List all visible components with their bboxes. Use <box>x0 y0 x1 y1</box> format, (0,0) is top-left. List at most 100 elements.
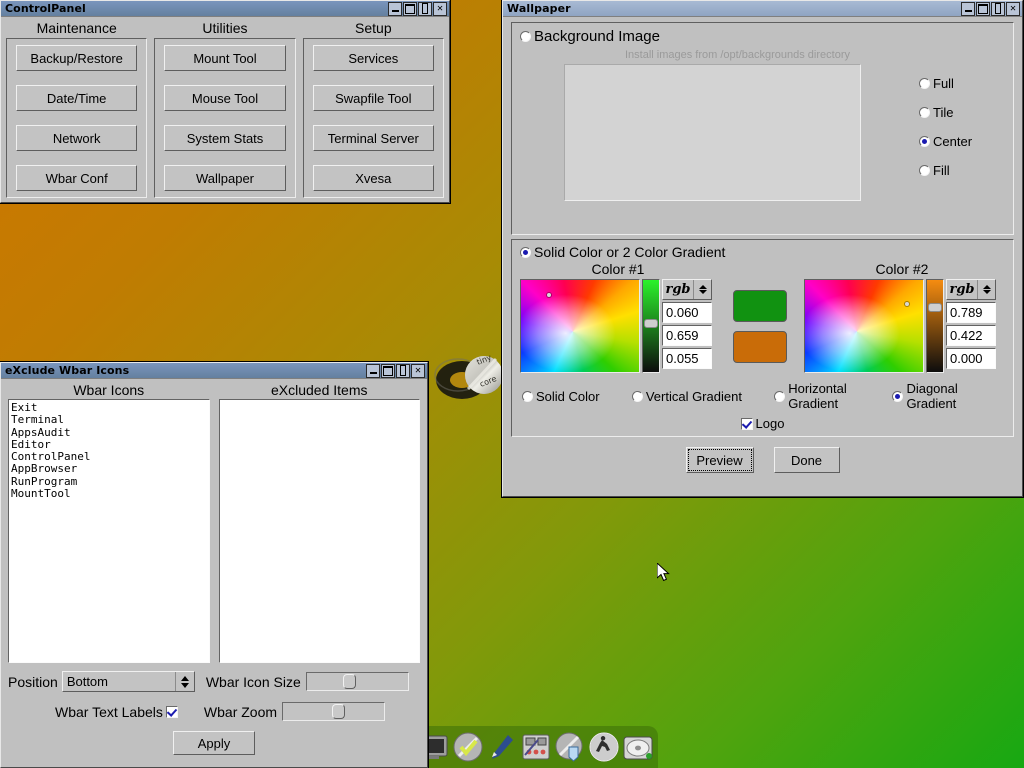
backup-restore-button[interactable]: Backup/Restore <box>16 45 138 71</box>
chevron-updown-icon[interactable] <box>174 672 194 691</box>
wallpaper-window[interactable]: Wallpaper ✕ Background Image Install ima… <box>502 0 1023 497</box>
maximize-button[interactable] <box>403 1 417 16</box>
color1-mode-button[interactable]: rgb <box>662 279 712 300</box>
control-panel-titlebar[interactable]: ControlPanel ✕ <box>1 1 449 17</box>
style-radio-vertical-gradient[interactable] <box>631 390 643 402</box>
color1-r-field[interactable]: 0.060 <box>662 302 712 323</box>
system-stats-button[interactable]: System Stats <box>164 125 286 151</box>
color2-g-field[interactable]: 0.422 <box>946 325 996 346</box>
wbar-dock[interactable] <box>414 726 658 768</box>
control-panel-window[interactable]: ControlPanel ✕ Maintenance Backup/Restor… <box>0 0 450 203</box>
wbar-conf-button[interactable]: Wbar Conf <box>16 165 138 191</box>
wallpaper-actions: Preview Done <box>511 447 1014 473</box>
color2-value-thumb[interactable] <box>928 303 942 312</box>
color1-mode-spinner[interactable] <box>693 280 711 299</box>
xvesa-button[interactable]: Xvesa <box>312 165 434 191</box>
services-button[interactable]: Services <box>312 45 434 71</box>
zoom-slider-thumb[interactable] <box>331 704 345 719</box>
close-button[interactable]: ✕ <box>433 1 447 16</box>
color2-mode-spinner[interactable] <box>977 280 995 299</box>
mode-radio-fill[interactable] <box>919 165 930 176</box>
zoom-slider[interactable] <box>282 702 386 721</box>
icon-size-slider[interactable] <box>305 672 409 691</box>
network-button[interactable]: Network <box>16 125 138 151</box>
color2-swatch[interactable] <box>733 330 787 363</box>
mode-option-full[interactable]: Full <box>919 76 972 91</box>
wallpaper-titlebar[interactable]: Wallpaper ✕ <box>503 1 1022 17</box>
color1-swatch[interactable] <box>733 289 787 322</box>
apply-button[interactable]: Apply <box>173 731 255 755</box>
style-option-diagonal-gradient[interactable]: Diagonal Gradient <box>892 381 1003 411</box>
solid-gradient-radio-row[interactable]: Solid Color or 2 Color Gradient <box>520 244 1005 260</box>
wallpaper-button[interactable]: Wallpaper <box>164 165 286 191</box>
swapfile-tool-button[interactable]: Swapfile Tool <box>312 85 434 111</box>
color2-value-bar[interactable] <box>926 279 944 373</box>
shade-button[interactable] <box>396 363 410 378</box>
window-buttons[interactable]: ✕ <box>388 1 447 16</box>
color1-value-bar[interactable] <box>642 279 660 373</box>
list-item[interactable]: Terminal <box>11 413 209 426</box>
shade-button[interactable] <box>418 1 432 16</box>
wbar-text-labels-checkbox[interactable] <box>165 705 178 718</box>
logo-checkbox[interactable] <box>740 417 753 430</box>
background-image-radio[interactable] <box>520 31 531 42</box>
color1-g-field[interactable]: 0.659 <box>662 325 712 346</box>
style-option-horizontal-gradient[interactable]: Horizontal Gradient <box>774 381 892 411</box>
maximize-button[interactable] <box>381 363 395 378</box>
exclude-wbar-window[interactable]: eXclude Wbar Icons ✕ Wbar Icons Exit Ter… <box>0 362 428 768</box>
mode-radio-full[interactable] <box>919 78 930 89</box>
mode-radio-tile[interactable] <box>919 107 930 118</box>
window-buttons[interactable]: ✕ <box>961 1 1020 16</box>
style-option-vertical-gradient[interactable]: Vertical Gradient <box>631 389 774 404</box>
mode-option-center[interactable]: Center <box>919 134 972 149</box>
wbar-icon-appbrowser[interactable] <box>554 731 586 763</box>
style-option-solid-color[interactable]: Solid Color <box>522 389 632 404</box>
mode-radio-center[interactable] <box>919 136 930 147</box>
color1-picker-field[interactable] <box>520 279 640 373</box>
wbar-icons-list[interactable]: Exit Terminal AppsAudit Editor ControlPa… <box>8 399 210 663</box>
exclude-wbar-titlebar[interactable]: eXclude Wbar Icons ✕ <box>1 363 427 379</box>
solid-gradient-radio[interactable] <box>520 246 531 258</box>
wbar-icon-mounttool[interactable] <box>622 731 654 763</box>
mode-option-fill[interactable]: Fill <box>919 163 972 178</box>
position-select[interactable]: Bottom <box>61 671 195 692</box>
close-button[interactable]: ✕ <box>411 363 425 378</box>
minimize-button[interactable] <box>961 1 975 16</box>
wbar-icon-runprogram[interactable] <box>588 731 620 763</box>
wbar-text-labels-option[interactable]: Wbar Text Labels <box>55 704 178 720</box>
minimize-button[interactable] <box>366 363 380 378</box>
style-radio-horizontal-gradient[interactable] <box>774 390 786 402</box>
background-image-preview-pane[interactable] <box>564 64 861 201</box>
list-item[interactable]: MountTool <box>11 487 209 500</box>
preview-button[interactable]: Preview <box>685 447 754 473</box>
minimize-button[interactable] <box>388 1 402 16</box>
close-button[interactable]: ✕ <box>1006 1 1020 16</box>
wbar-icon-controlpanel[interactable] <box>520 731 552 763</box>
date-time-button[interactable]: Date/Time <box>16 85 138 111</box>
wbar-icon-editor[interactable] <box>486 731 518 763</box>
mouse-tool-button[interactable]: Mouse Tool <box>164 85 286 111</box>
color2-mode-button[interactable]: rgb <box>946 279 996 300</box>
window-buttons[interactable]: ✕ <box>366 363 425 378</box>
shade-button[interactable] <box>991 1 1005 16</box>
done-button[interactable]: Done <box>773 447 840 473</box>
excluded-items-list[interactable] <box>218 399 420 663</box>
background-image-radio-row[interactable]: Background Image <box>520 28 1005 45</box>
terminal-server-button[interactable]: Terminal Server <box>312 125 434 151</box>
control-panel-body: Maintenance Backup/Restore Date/Time Net… <box>1 16 449 202</box>
color2-b-field[interactable]: 0.000 <box>946 348 996 369</box>
mode-option-tile[interactable]: Tile <box>919 105 972 120</box>
solid-gradient-group: Solid Color or 2 Color Gradient Color #1 <box>511 239 1014 437</box>
icon-size-slider-thumb[interactable] <box>343 674 357 689</box>
style-radio-solid-color[interactable] <box>522 390 533 402</box>
style-radio-diagonal-gradient[interactable] <box>892 390 904 402</box>
logo-option[interactable]: Logo <box>740 416 784 431</box>
wbar-icon-appsaudit[interactable] <box>452 731 484 763</box>
mount-tool-button[interactable]: Mount Tool <box>164 45 286 71</box>
maximize-button[interactable] <box>976 1 990 16</box>
color2-picker-field[interactable] <box>804 279 924 373</box>
color1-value-thumb[interactable] <box>644 319 658 328</box>
color2-r-field[interactable]: 0.789 <box>946 302 996 323</box>
list-item[interactable]: AppBrowser <box>11 463 209 476</box>
color1-b-field[interactable]: 0.055 <box>662 348 712 369</box>
